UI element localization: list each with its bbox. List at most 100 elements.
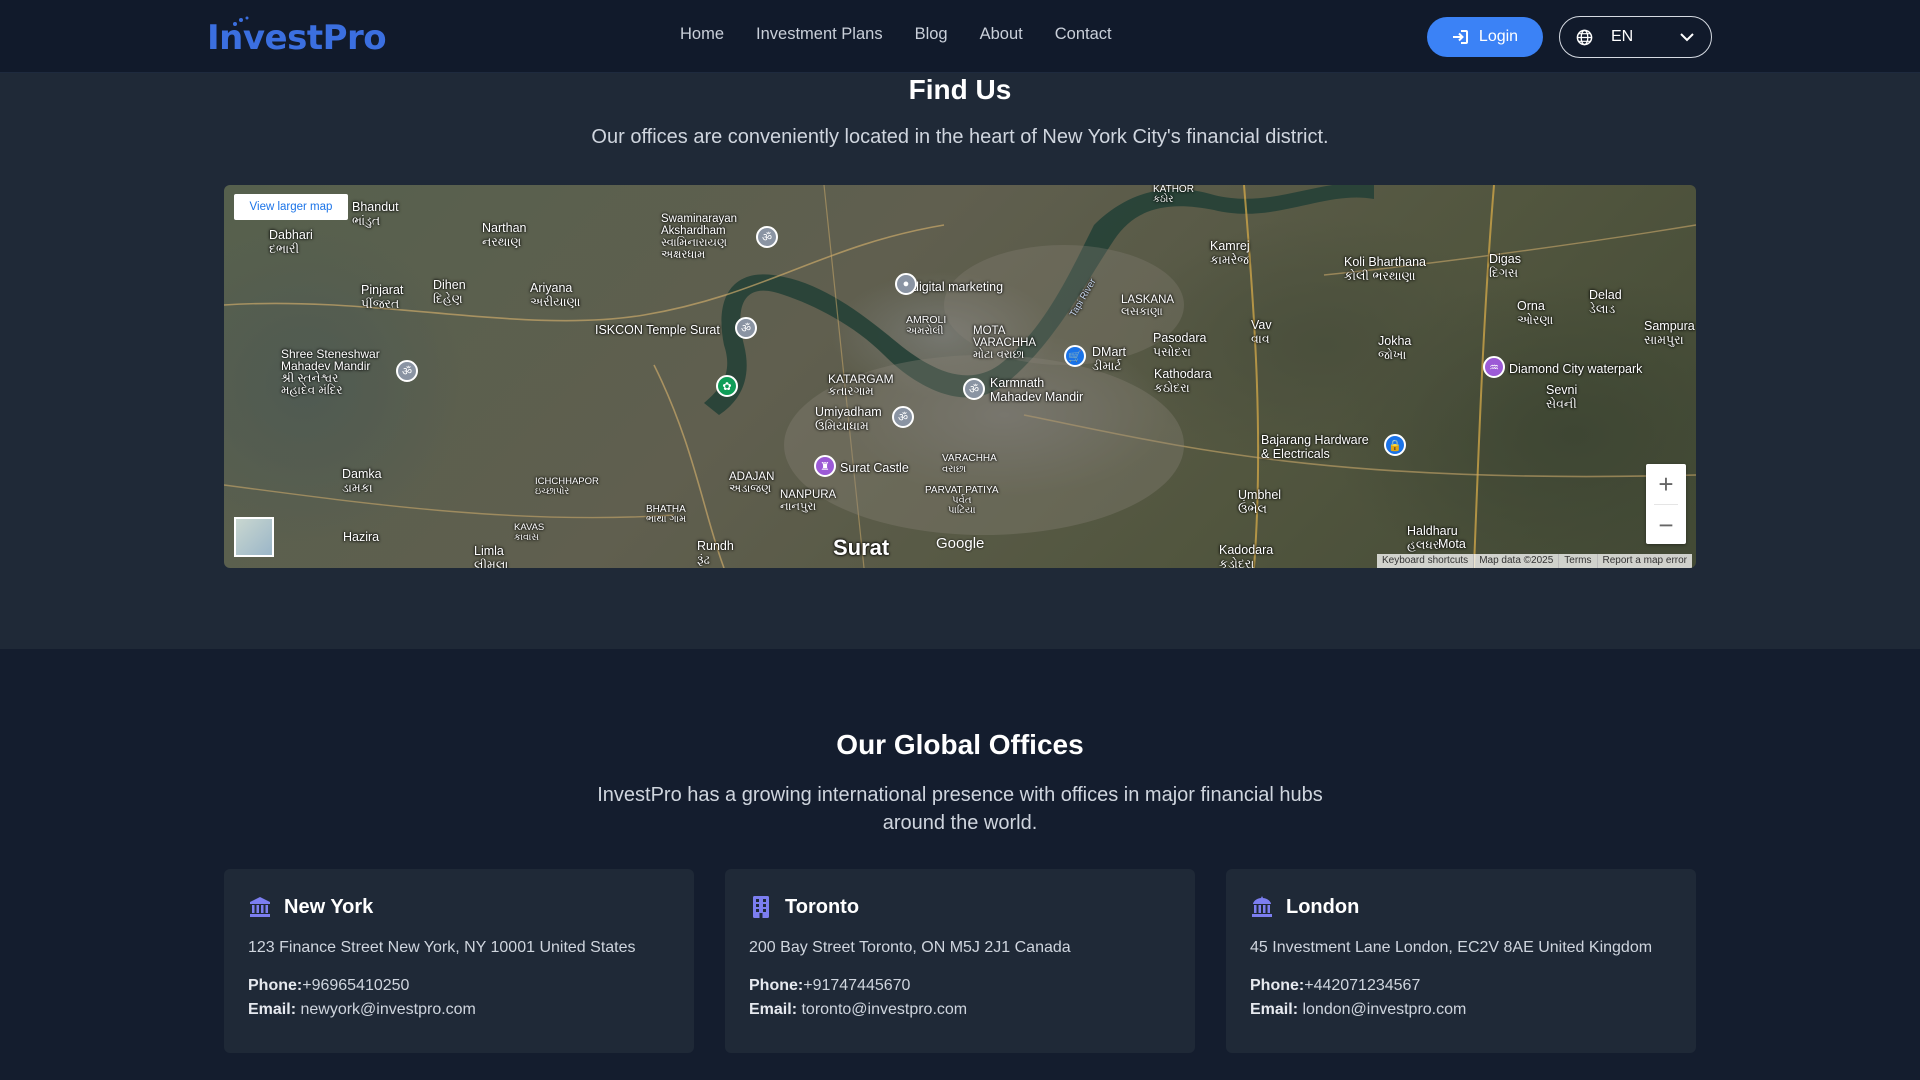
- map-label-kavas: KAVAS કાવાસ: [514, 522, 545, 543]
- map-label-adajan: ADAJAN અડાજણ: [729, 471, 775, 495]
- report-map-error-link[interactable]: Report a map error: [1596, 554, 1692, 568]
- zoom-in-button[interactable]: +: [1646, 464, 1686, 504]
- language-code: EN: [1611, 28, 1634, 45]
- google-logo: Google: [936, 535, 985, 552]
- landmark-icon: [1252, 896, 1272, 917]
- map-label-sampura: Sampura સામપુરા: [1644, 319, 1695, 347]
- map-label-bhandut: Bhandut ભાંડુત: [352, 200, 399, 228]
- map-label-bhatha: BHATHA ભાથા ગામ: [646, 504, 687, 525]
- map-data-text: Map data ©2025: [1473, 554, 1558, 568]
- map-label-diamond-city: Diamond City waterpark: [1509, 362, 1643, 376]
- map-label-dmart: DMart ડીમાર્ટ: [1092, 345, 1127, 373]
- chevron-down-icon: [1680, 33, 1694, 42]
- terms-link[interactable]: Terms: [1558, 554, 1596, 568]
- map-label-nanpura: NANPURA નાનપુરા: [780, 489, 837, 513]
- map-label-digital-marketing: digital marketing: [912, 280, 1004, 294]
- office-email: Email: london@investpro.com: [1250, 1001, 1467, 1018]
- map-label-mota: Mota: [1438, 537, 1466, 551]
- office-email: Email: toronto@investpro.com: [749, 1001, 968, 1018]
- keyboard-shortcuts-link[interactable]: Keyboard shortcuts: [1377, 554, 1473, 568]
- language-select[interactable]: EN: [1559, 16, 1712, 58]
- map-label-umbhel: Umbhel ઉંભેલ: [1238, 488, 1282, 516]
- map-label-kamrej: Kamrej કામરેજ: [1210, 239, 1250, 267]
- store-pin-icon[interactable]: 🔒: [1384, 434, 1406, 456]
- view-larger-map-link[interactable]: View larger map: [234, 194, 348, 220]
- nav-about[interactable]: About: [980, 25, 1023, 44]
- map-label-kathodara: Kathodara કઠોદરા: [1154, 367, 1212, 395]
- map-label-karmnath: Karmnath Mahadev Mandir: [990, 376, 1084, 404]
- nav-blog[interactable]: Blog: [915, 25, 948, 44]
- globe-icon: [1576, 29, 1593, 45]
- office-address: 123 Finance Street New York, NY 10001 Un…: [248, 939, 636, 956]
- map-layer-toggle[interactable]: [234, 517, 274, 557]
- map-label-rundh: Rundh રૂંઢ: [697, 539, 734, 567]
- map-label-kadodara: Kadodara કડોદરા: [1219, 543, 1274, 568]
- park-pin-icon[interactable]: ✿: [716, 375, 738, 397]
- map-label-kathor: KATHOR કઠોર: [1153, 185, 1194, 205]
- map-zoom-controls: + −: [1646, 464, 1686, 544]
- nav-contact[interactable]: Contact: [1055, 25, 1112, 44]
- logo-sparkle-icon: [233, 16, 249, 26]
- map-label-shree-steneshwar: Shree Steneshwar Mahadev Mandir શ્રી સ્ત…: [281, 347, 380, 397]
- map-label-dabhari: Dabhari દભારી: [269, 228, 313, 256]
- map-label-pasodara: Pasodara પસોદરા: [1153, 331, 1207, 359]
- site-header: InvestPro Home Investment Plans Blog Abo…: [0, 0, 1920, 73]
- map-label-vav: Vav વાવ: [1251, 318, 1272, 346]
- map-label-swaminarayan: Swaminarayan Akshardham સ્વામિનારાયણ અક્…: [661, 213, 738, 261]
- office-address: 200 Bay Street Toronto, ON M5J 2J1 Canad…: [749, 939, 1071, 956]
- map-label-dihen: Dihen દિહેણ: [433, 278, 466, 306]
- map-label-pinjarat: Pinjarat પીંજરત: [361, 283, 404, 311]
- zoom-out-button[interactable]: −: [1646, 505, 1686, 545]
- shopping-cart-pin-icon[interactable]: 🛒: [1064, 345, 1086, 367]
- map-label-delad: Delad ડેલાડ: [1589, 288, 1622, 316]
- office-city: Toronto: [785, 895, 860, 918]
- login-icon: [1452, 30, 1468, 44]
- main-nav: Home Investment Plans Blog About Contact: [680, 25, 1112, 44]
- map-label-hazira: Hazira: [343, 530, 380, 544]
- nav-home[interactable]: Home: [680, 25, 724, 44]
- logo[interactable]: InvestPro: [207, 16, 387, 58]
- map-label-sevni: Sevni સેવની: [1546, 383, 1578, 411]
- map-label-digas: Digas દિગસ: [1489, 252, 1521, 280]
- location-pin-icon[interactable]: ●: [895, 273, 917, 295]
- nav-investment-plans[interactable]: Investment Plans: [756, 25, 883, 44]
- map-label-narthan: Narthan નરથાણ: [482, 221, 527, 249]
- login-label: Login: [1478, 28, 1519, 45]
- office-card-toronto: Toronto 200 Bay Street Toronto, ON M5J 2…: [725, 869, 1195, 1053]
- map-label-surat-castle: Surat Castle: [840, 461, 909, 475]
- office-email: Email: newyork@investpro.com: [248, 1001, 476, 1018]
- temple-pin-icon[interactable]: ॐ: [735, 317, 757, 339]
- temple-pin-icon[interactable]: ॐ: [756, 226, 778, 248]
- map-label-limla: Limla લીમલા: [474, 544, 509, 568]
- office-address: 45 Investment Lane London, EC2V 8AE Unit…: [1250, 939, 1653, 956]
- map-label-ichchhapor: ICHCHHAPOR ઇચ્છાપોર: [535, 476, 599, 497]
- map-label-varachha: VARACHHA વરાછા: [942, 453, 997, 475]
- building-icon: [753, 896, 769, 918]
- bank-icon: [250, 897, 270, 917]
- map-label-mota-varachha: MOTA VARACHHA મોટા વરાછા: [973, 325, 1037, 361]
- map-label-katargam: KATARGAM કતારગામ: [828, 372, 894, 398]
- map-label-damka: Damka ડામકા: [342, 467, 382, 495]
- waterpark-pin-icon[interactable]: ♒: [1483, 356, 1505, 378]
- office-city: New York: [284, 895, 374, 918]
- temple-pin-icon[interactable]: ॐ: [963, 378, 985, 400]
- office-card-london: London 45 Investment Lane London, EC2V 8…: [1226, 869, 1696, 1053]
- embedded-map[interactable]: View larger map Bhandut ભાંડુત Dabhari દ…: [224, 185, 1696, 568]
- map-label-orna: Orna ઓરણા: [1517, 299, 1554, 327]
- map-label-parvat-patiya: PARVAT PATIYA પર્વત પાટિયા: [925, 485, 999, 516]
- map-label-koli-bharthana: Koli Bharthana કોલી ભરથાણા: [1344, 255, 1427, 283]
- map-label-amroli: AMROLI અમરોલી: [906, 314, 947, 337]
- offices-title: Our Global Offices: [836, 729, 1084, 760]
- offices-subtitle: InvestPro has a growing international pr…: [597, 784, 1323, 834]
- map-label-ariyana: Ariyana અરીયાણા: [530, 281, 581, 309]
- temple-pin-icon[interactable]: ॐ: [892, 406, 914, 428]
- login-button[interactable]: Login: [1427, 17, 1543, 57]
- find-us-subtitle: Our offices are conveniently located in …: [591, 126, 1329, 148]
- temple-pin-icon[interactable]: ॐ: [396, 360, 418, 382]
- office-phone: Phone:+96965410250: [248, 977, 410, 994]
- global-offices-section: Our Global Offices InvestPro has a growi…: [0, 649, 1920, 1080]
- landmark-pin-icon[interactable]: ♜: [814, 455, 836, 477]
- office-phone: Phone:+442071234567: [1250, 977, 1421, 994]
- find-us-title: Find Us: [908, 74, 1012, 105]
- map-label-surat: Surat: [833, 535, 890, 560]
